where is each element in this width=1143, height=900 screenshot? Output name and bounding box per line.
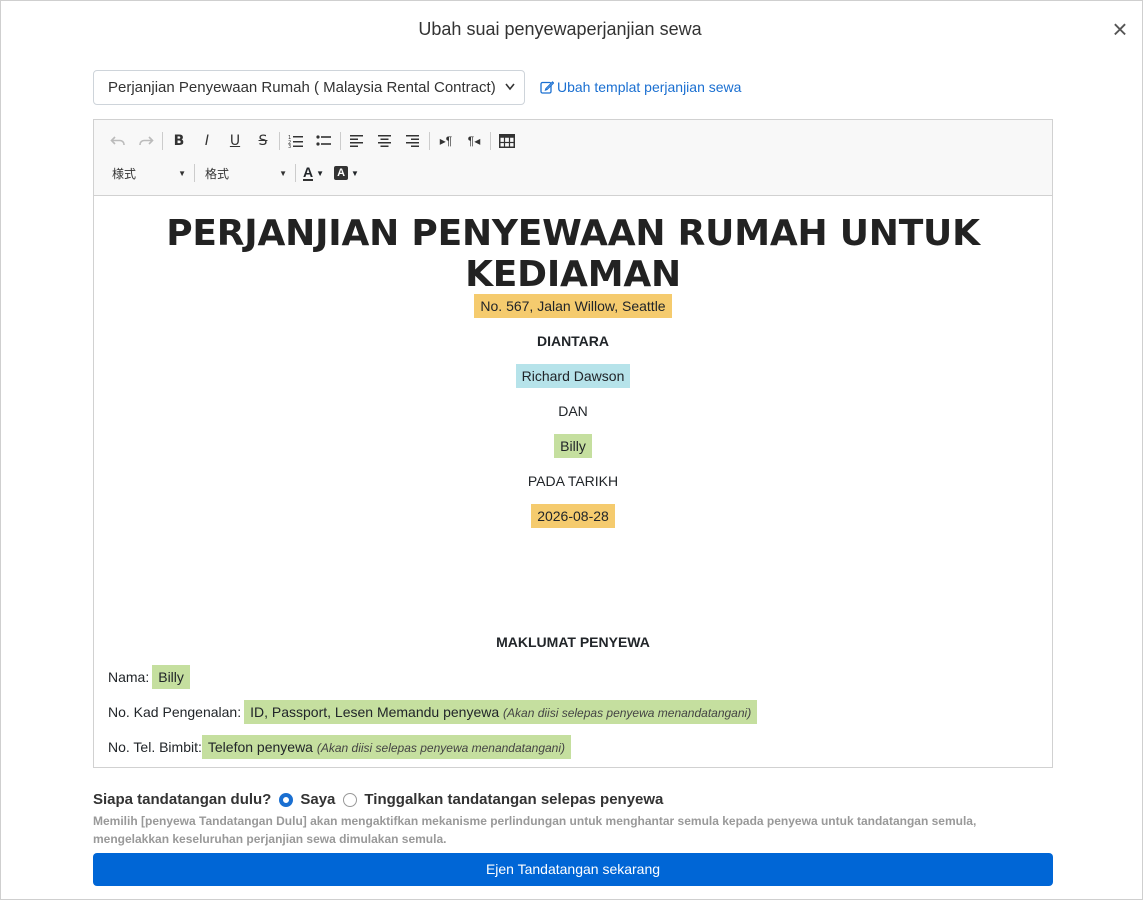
editor-toolbar: B I U S 123 ▸¶ ¶◂ 様式 ▼ 格式 ▼ A ▼ A ▼ bbox=[94, 120, 1052, 196]
name-field[interactable]: Billy bbox=[152, 665, 190, 689]
landlord-line: Richard Dawson bbox=[94, 364, 1052, 388]
toolbar-divider bbox=[340, 132, 341, 150]
date-line: 2026-08-28 bbox=[94, 504, 1052, 528]
between-label: DIANTARA bbox=[536, 333, 610, 349]
tenant-info-heading-line: MAKLUMAT PENYEWA bbox=[94, 630, 1052, 654]
editor-content[interactable]: PERJANJIAN PENYEWAAN RUMAH UNTUK KEDIAMA… bbox=[94, 197, 1052, 767]
on-date-line: PADA TARIKH bbox=[94, 469, 1052, 493]
chevron-down-icon: ▼ bbox=[279, 168, 287, 178]
redo-icon[interactable] bbox=[132, 129, 160, 153]
styles-dropdown[interactable]: 様式 ▼ bbox=[104, 162, 192, 184]
ltr-icon[interactable]: ▸¶ bbox=[432, 129, 460, 153]
formats-dropdown[interactable]: 格式 ▼ bbox=[197, 162, 293, 184]
text-color-button[interactable]: A ▼ bbox=[298, 162, 329, 184]
phone-label: No. Tel. Bimbit: bbox=[108, 739, 202, 755]
id-label: No. Kad Pengenalan: bbox=[108, 704, 242, 720]
background-color-icon: A bbox=[334, 166, 349, 180]
align-left-icon[interactable] bbox=[343, 129, 371, 153]
rich-text-editor: B I U S 123 ▸¶ ¶◂ 様式 ▼ 格式 ▼ A ▼ A ▼ PERJ… bbox=[93, 119, 1053, 768]
edit-template-link[interactable]: Ubah templat perjanjian sewa bbox=[540, 79, 741, 95]
modal-title: Ubah suai penyewaperjanjian sewa bbox=[418, 19, 702, 39]
align-right-icon[interactable] bbox=[399, 129, 427, 153]
undo-icon[interactable] bbox=[104, 129, 132, 153]
bullet-list-icon[interactable] bbox=[310, 129, 338, 153]
tenant-field[interactable]: Billy bbox=[554, 434, 592, 458]
toolbar-divider bbox=[429, 132, 430, 150]
id-field[interactable]: ID, Passport, Lesen Memandu penyewa (Aka… bbox=[244, 700, 758, 724]
rtl-icon[interactable]: ¶◂ bbox=[460, 129, 488, 153]
toolbar-divider bbox=[194, 164, 195, 182]
phone-row: No. Tel. Bimbit: Telefon penyewa (Akan d… bbox=[108, 735, 572, 759]
address-field[interactable]: No. 567, Jalan Willow, Seattle bbox=[474, 294, 672, 318]
edit-template-label: Ubah templat perjanjian sewa bbox=[557, 79, 742, 95]
id-note: (Akan diisi selepas penyewa menandatanga… bbox=[503, 706, 752, 720]
template-select-value: Perjanjian Penyewaan Rumah ( Malaysia Re… bbox=[108, 79, 496, 96]
template-select[interactable]: Perjanjian Penyewaan Rumah ( Malaysia Re… bbox=[93, 70, 525, 105]
on-date-label: PADA TARIKH bbox=[527, 473, 619, 489]
modal-dialog: Ubah suai penyewaperjanjian sewa × Perja… bbox=[0, 0, 1143, 900]
edit-icon bbox=[540, 80, 555, 94]
chevron-down-icon bbox=[504, 71, 516, 117]
table-icon[interactable] bbox=[493, 129, 521, 153]
phone-value: Telefon penyewa bbox=[207, 739, 313, 755]
phone-note: (Akan diisi selepas penyewa menandatanga… bbox=[316, 741, 566, 755]
italic-icon[interactable]: I bbox=[193, 129, 221, 153]
and-line: DAN bbox=[94, 399, 1052, 423]
toolbar-divider bbox=[279, 132, 280, 150]
background-color-button[interactable]: A ▼ bbox=[329, 162, 364, 184]
toolbar-row-1: B I U S 123 ▸¶ ¶◂ bbox=[104, 129, 521, 153]
tenant-line: Billy bbox=[94, 434, 1052, 458]
chevron-down-icon: ▼ bbox=[178, 168, 186, 178]
formats-label: 格式 bbox=[205, 166, 230, 181]
text-color-icon: A bbox=[303, 164, 314, 181]
id-row: No. Kad Pengenalan: ID, Passport, Lesen … bbox=[108, 700, 758, 724]
tenant-info-heading: MAKLUMAT PENYEWA bbox=[496, 634, 650, 650]
align-center-icon[interactable] bbox=[371, 129, 399, 153]
radio-label-after-tenant[interactable]: Tinggalkan tandatangan selepas penyewa bbox=[364, 791, 663, 808]
radio-sign-after-tenant[interactable] bbox=[343, 792, 358, 807]
document-title: PERJANJIAN PENYEWAAN RUMAH UNTUK KEDIAMA… bbox=[166, 213, 980, 295]
address-line: No. 567, Jalan Willow, Seattle bbox=[94, 294, 1052, 318]
chevron-down-icon: ▼ bbox=[351, 168, 359, 178]
and-label: DAN bbox=[558, 403, 588, 419]
signing-hint: Memilih [penyewa Tandatangan Dulu] akan … bbox=[93, 814, 977, 846]
signer-question-label: Siapa tandatangan dulu? bbox=[93, 791, 272, 808]
toolbar-divider bbox=[162, 132, 163, 150]
chevron-down-icon: ▼ bbox=[316, 168, 325, 178]
underline-icon[interactable]: U bbox=[221, 129, 249, 153]
close-icon[interactable]: × bbox=[1106, 15, 1134, 45]
phone-field[interactable]: Telefon penyewa (Akan diisi selepas peny… bbox=[201, 735, 572, 759]
landlord-field[interactable]: Richard Dawson bbox=[515, 364, 631, 388]
toolbar-divider bbox=[295, 164, 296, 182]
id-value: ID, Passport, Lesen Memandu penyewa bbox=[250, 704, 500, 720]
toolbar-row-2: 様式 ▼ 格式 ▼ A ▼ A ▼ bbox=[104, 161, 364, 185]
bold-icon[interactable]: B bbox=[165, 129, 193, 153]
styles-label: 様式 bbox=[112, 166, 137, 181]
name-label: Nama: bbox=[108, 669, 150, 685]
svg-text:3: 3 bbox=[288, 144, 291, 148]
strikethrough-icon[interactable]: S bbox=[249, 129, 277, 153]
toolbar-divider bbox=[490, 132, 491, 150]
signer-order-question: Siapa tandatangan dulu? Saya Tinggalkan … bbox=[93, 791, 663, 808]
radio-sign-me-first[interactable] bbox=[279, 792, 294, 807]
numbered-list-icon[interactable]: 123 bbox=[282, 129, 310, 153]
date-field[interactable]: 2026-08-28 bbox=[531, 504, 615, 528]
radio-label-me[interactable]: Saya bbox=[300, 791, 335, 808]
agent-sign-now-button[interactable]: Ejen Tandatangan sekarang bbox=[93, 853, 1053, 886]
name-row: Nama: Billy bbox=[108, 665, 190, 689]
between-line: DIANTARA bbox=[94, 329, 1052, 353]
